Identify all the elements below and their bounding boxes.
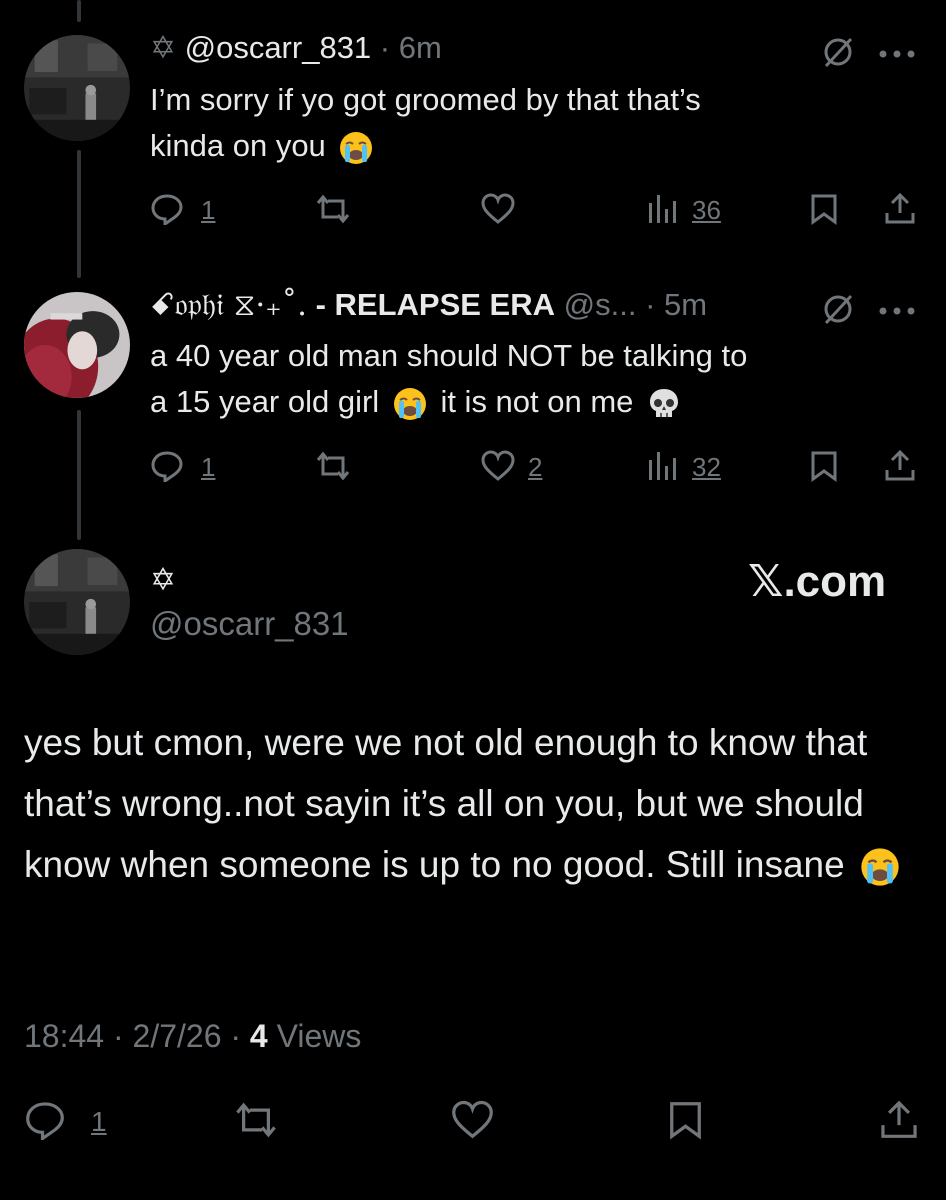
bookmark-icon[interactable]	[668, 1100, 703, 1140]
repost-icon[interactable]	[312, 450, 354, 482]
reply2-header: ꗃ𝔬𝔭𝔥𝔦 ⧖·₊˚. - RELAPSE ERA @s... · 5m	[150, 287, 707, 324]
share-icon[interactable]	[883, 191, 917, 225]
views-icon[interactable]	[646, 450, 682, 482]
reply1-reply-count[interactable]: 1	[201, 195, 215, 226]
post-meta: 18:44 · 2/7/26 · 4 Views	[24, 1018, 362, 1054]
star-symbol: ✡	[150, 30, 176, 65]
reply1-handle[interactable]: @oscarr_831	[185, 30, 372, 65]
reply1-view-count[interactable]: 36	[692, 195, 721, 226]
x-watermark: 𝕏.com	[748, 557, 887, 606]
reply1-text: I’m sorry if yo got groomed by that that…	[150, 77, 701, 169]
avatar-oscarr-main[interactable]	[24, 549, 130, 655]
thread-line-2	[77, 410, 81, 540]
loudly-crying-face-icon	[338, 130, 374, 166]
reply2-display-name[interactable]: ꗃ𝔬𝔭𝔥𝔦 ⧖·₊˚.	[150, 287, 307, 323]
reply1-header: ✡ @oscarr_831 · 6m	[150, 30, 442, 66]
reply2-handle[interactable]: @s...	[564, 287, 637, 322]
avatar-sophi[interactable]	[24, 292, 130, 398]
reply2-view-count[interactable]: 32	[692, 452, 721, 483]
grok-icon[interactable]	[820, 291, 856, 332]
main-symbol: ✡	[150, 562, 176, 597]
post-views-label[interactable]: Views	[277, 1018, 362, 1054]
share-icon[interactable]	[878, 1098, 920, 1140]
like-icon[interactable]	[480, 450, 516, 482]
reply2-line2a: a 15 year old girl	[150, 384, 380, 419]
bookmark-icon[interactable]	[810, 450, 838, 482]
thread-line-1	[77, 150, 81, 278]
thread-line-top	[77, 0, 81, 22]
post-date[interactable]: 2/7/26	[133, 1018, 222, 1054]
reply1-line1: I’m sorry if yo got groomed by that that…	[150, 82, 701, 117]
share-icon[interactable]	[883, 448, 917, 482]
reply1-line2: kinda on you	[150, 128, 326, 163]
post-time[interactable]: 18:44	[24, 1018, 104, 1054]
repost-icon[interactable]	[312, 193, 354, 225]
avatar-oscarr[interactable]	[24, 35, 130, 141]
grok-icon[interactable]	[820, 34, 856, 75]
loudly-crying-face-icon	[859, 846, 901, 888]
reply2-display-name-tag[interactable]: - RELAPSE ERA	[316, 287, 555, 322]
reply1-sep: ·	[371, 30, 399, 65]
reply2-reply-count[interactable]: 1	[201, 452, 215, 483]
bookmark-icon[interactable]	[810, 193, 838, 225]
main-reply-count[interactable]: 1	[91, 1106, 107, 1138]
reply-icon[interactable]	[24, 1100, 66, 1140]
reply2-sep: ·	[636, 287, 665, 322]
skull-icon	[646, 386, 682, 422]
reply2-like-count[interactable]: 2	[528, 452, 542, 483]
like-icon[interactable]	[480, 193, 516, 225]
reply2-time[interactable]: 5m	[664, 287, 707, 322]
more-icon[interactable]	[877, 303, 917, 321]
reply-icon[interactable]	[150, 193, 184, 225]
more-icon[interactable]	[877, 46, 917, 64]
like-icon[interactable]	[450, 1100, 495, 1140]
post-view-count[interactable]: 4	[250, 1018, 268, 1054]
reply1-time[interactable]: 6m	[399, 30, 442, 65]
reply2-text: a 40 year old man should NOT be talking …	[150, 333, 747, 425]
views-icon[interactable]	[646, 193, 682, 225]
repost-icon[interactable]	[230, 1100, 282, 1140]
main-handle[interactable]: @oscarr_831	[150, 605, 349, 643]
reply2-line1: a 40 year old man should NOT be talking …	[150, 338, 748, 373]
main-post-body: yes but cmon, were we not old enough to …	[24, 722, 868, 885]
main-post-text: yes but cmon, were we not old enough to …	[24, 712, 924, 895]
loudly-crying-face-icon	[392, 386, 428, 422]
reply-icon[interactable]	[150, 450, 184, 482]
reply2-line2b: it is not on me	[440, 384, 634, 419]
